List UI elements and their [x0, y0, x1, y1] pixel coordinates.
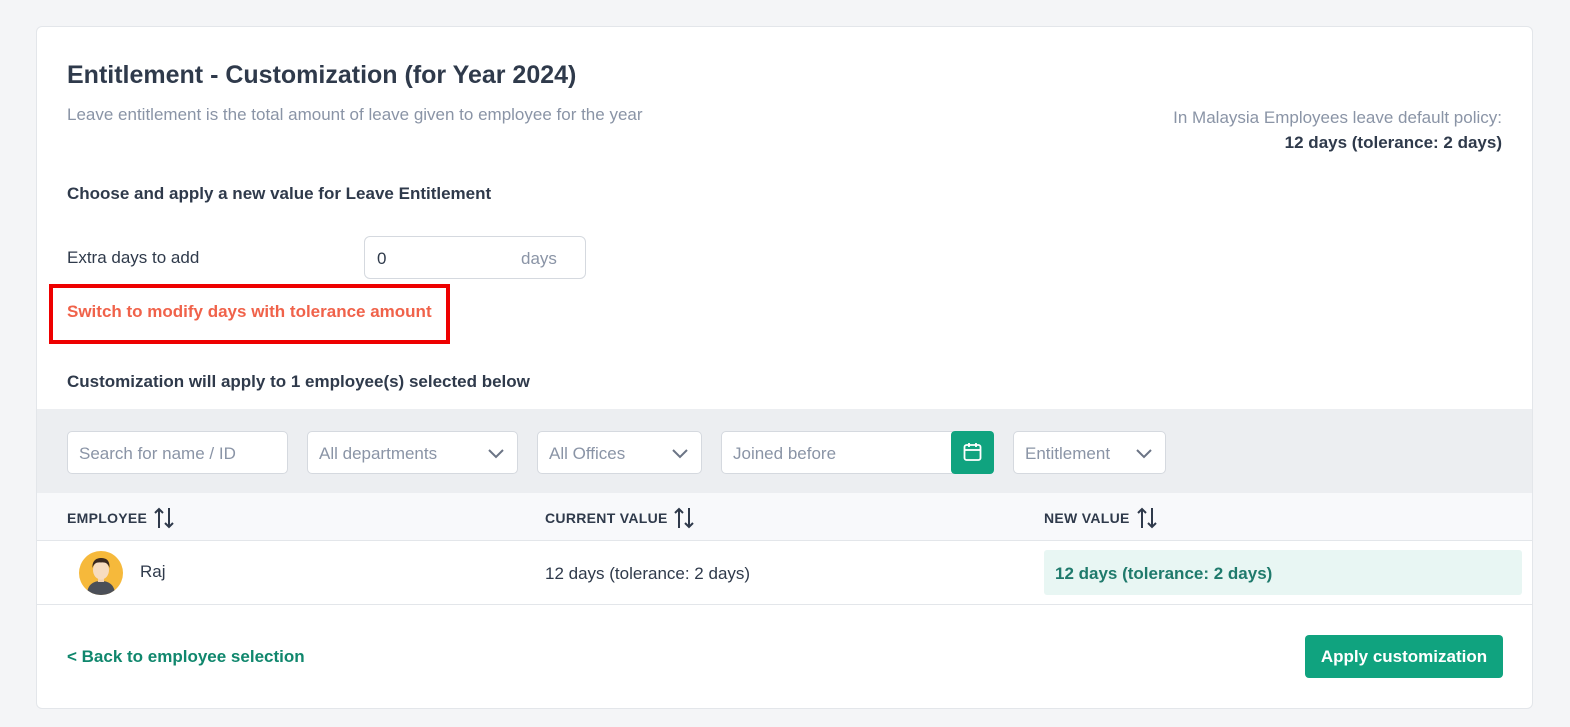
choose-heading: Choose and apply a new value for Leave E…	[67, 184, 492, 203]
current-value: 12 days (tolerance: 2 days)	[545, 564, 751, 583]
new-value-column-header[interactable]: NEW VALUE	[1044, 507, 1157, 529]
current-header-label: CURRENT VALUE	[545, 510, 668, 526]
chevron-down-icon	[488, 449, 504, 459]
chevron-down-icon	[1136, 449, 1152, 459]
policy-value: 12 days (tolerance: 2 days)	[1284, 133, 1502, 152]
extra-days-label: Extra days to add	[67, 248, 200, 267]
departments-select[interactable]: All departments	[307, 431, 518, 474]
sort-icon[interactable]	[1136, 506, 1158, 530]
search-placeholder: Search for name / ID	[79, 444, 236, 463]
departments-value: All departments	[319, 444, 438, 463]
days-unit: days	[521, 249, 557, 268]
employee-header-label: EMPLOYEE	[67, 510, 148, 526]
extra-days-value[interactable]: 0	[377, 249, 386, 269]
back-to-selection-link[interactable]: < Back to employee selection	[67, 647, 305, 667]
calendar-button[interactable]	[951, 431, 994, 474]
page-subtitle: Leave entitlement is the total amount of…	[67, 105, 643, 124]
switch-tolerance-link[interactable]: Switch to modify days with tolerance amo…	[67, 302, 432, 322]
entitlement-card: Entitlement - Customization (for Year 20…	[36, 26, 1533, 709]
joined-before-input[interactable]: Joined before	[721, 431, 953, 474]
table-header: EMPLOYEE CURRENT VALUE NEW VALUE	[37, 493, 1532, 541]
search-input[interactable]: Search for name / ID	[67, 431, 288, 474]
page-title: Entitlement - Customization (for Year 20…	[67, 61, 577, 89]
employee-name: Raj	[140, 562, 166, 581]
sort-icon[interactable]	[153, 506, 175, 530]
table-row[interactable]: Raj 12 days (tolerance: 2 days) 12 days …	[37, 541, 1532, 605]
filter-bar: Search for name / ID All departments All…	[37, 409, 1532, 493]
current-value-column-header[interactable]: CURRENT VALUE	[545, 507, 694, 529]
person-icon	[87, 558, 115, 595]
new-header-label: NEW VALUE	[1044, 510, 1130, 526]
joined-placeholder: Joined before	[733, 444, 837, 463]
employee-column-header[interactable]: EMPLOYEE	[67, 507, 174, 529]
new-value: 12 days (tolerance: 2 days)	[1055, 564, 1273, 583]
new-value-cell: 12 days (tolerance: 2 days)	[1044, 550, 1522, 595]
chevron-down-icon	[672, 449, 688, 459]
avatar	[79, 551, 123, 595]
apply-customization-button[interactable]: Apply customization	[1305, 635, 1503, 678]
calendar-icon	[963, 443, 982, 461]
policy-label: In Malaysia Employees leave default poli…	[1173, 108, 1502, 127]
apply-note: Customization will apply to 1 employee(s…	[67, 372, 530, 391]
entitlement-value: Entitlement	[1025, 444, 1111, 463]
extra-days-input[interactable]: 0 days	[364, 236, 586, 279]
default-policy: In Malaysia Employees leave default poli…	[1173, 105, 1502, 155]
entitlement-select[interactable]: Entitlement	[1013, 431, 1166, 474]
sort-icon[interactable]	[673, 506, 695, 530]
offices-value: All Offices	[549, 444, 626, 463]
offices-select[interactable]: All Offices	[537, 431, 702, 474]
